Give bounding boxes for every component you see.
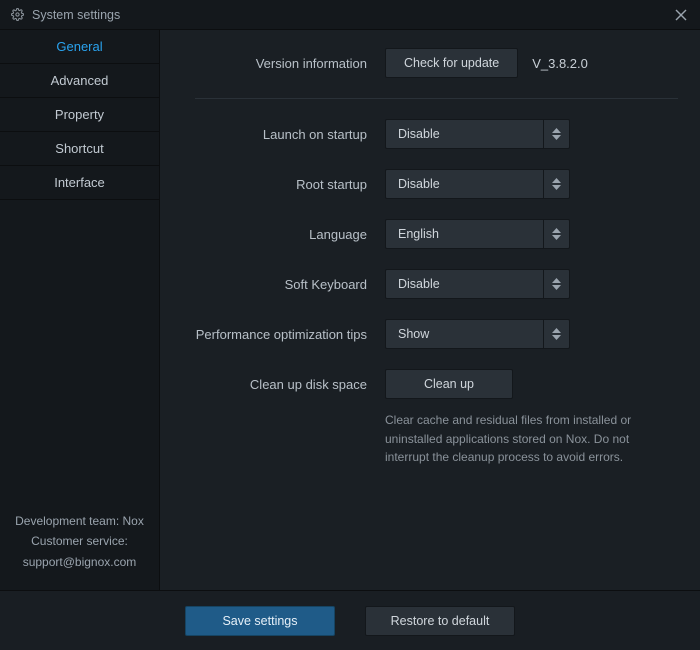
restore-default-button[interactable]: Restore to default: [365, 606, 515, 636]
save-settings-button[interactable]: Save settings: [185, 606, 335, 636]
close-button[interactable]: [672, 6, 690, 24]
root-startup-select[interactable]: Disable: [385, 169, 570, 199]
soft-keyboard-select[interactable]: Disable: [385, 269, 570, 299]
chevron-updown-icon: [543, 120, 569, 148]
perf-tips-value: Show: [386, 327, 543, 341]
perf-tips-select[interactable]: Show: [385, 319, 570, 349]
version-value: V_3.8.2.0: [532, 56, 588, 71]
root-startup-value: Disable: [386, 177, 543, 191]
tab-shortcut[interactable]: Shortcut: [0, 132, 159, 166]
cleanup-description: Clear cache and residual files from inst…: [385, 411, 678, 467]
section-divider: [195, 98, 678, 99]
check-update-button[interactable]: Check for update: [385, 48, 518, 78]
window-title: System settings: [32, 8, 672, 22]
tab-interface[interactable]: Interface: [0, 166, 159, 200]
sidebar-footer: Development team: Nox Customer service: …: [0, 503, 159, 590]
tab-property[interactable]: Property: [0, 98, 159, 132]
soft-keyboard-value: Disable: [386, 277, 543, 291]
footer-bar: Save settings Restore to default: [0, 590, 700, 650]
sidebar: General Advanced Property Shortcut Inter…: [0, 30, 160, 590]
launch-startup-value: Disable: [386, 127, 543, 141]
cleanup-button[interactable]: Clean up: [385, 369, 513, 399]
customer-service-label: Customer service:: [12, 531, 147, 551]
tab-general[interactable]: General: [0, 30, 159, 64]
language-value: English: [386, 227, 543, 241]
launch-startup-label: Launch on startup: [160, 127, 385, 142]
chevron-updown-icon: [543, 220, 569, 248]
gear-icon: [10, 8, 24, 22]
chevron-updown-icon: [543, 170, 569, 198]
cleanup-label: Clean up disk space: [160, 377, 385, 392]
soft-keyboard-label: Soft Keyboard: [160, 277, 385, 292]
root-startup-label: Root startup: [160, 177, 385, 192]
chevron-updown-icon: [543, 270, 569, 298]
version-info-label: Version information: [160, 56, 385, 71]
launch-startup-select[interactable]: Disable: [385, 119, 570, 149]
support-email: support@bignox.com: [12, 552, 147, 572]
dev-team-text: Development team: Nox: [12, 511, 147, 531]
main-panel: Version information Check for update V_3…: [160, 30, 700, 590]
language-select[interactable]: English: [385, 219, 570, 249]
language-label: Language: [160, 227, 385, 242]
chevron-updown-icon: [543, 320, 569, 348]
perf-tips-label: Performance optimization tips: [160, 327, 385, 342]
title-bar: System settings: [0, 0, 700, 30]
tab-advanced[interactable]: Advanced: [0, 64, 159, 98]
